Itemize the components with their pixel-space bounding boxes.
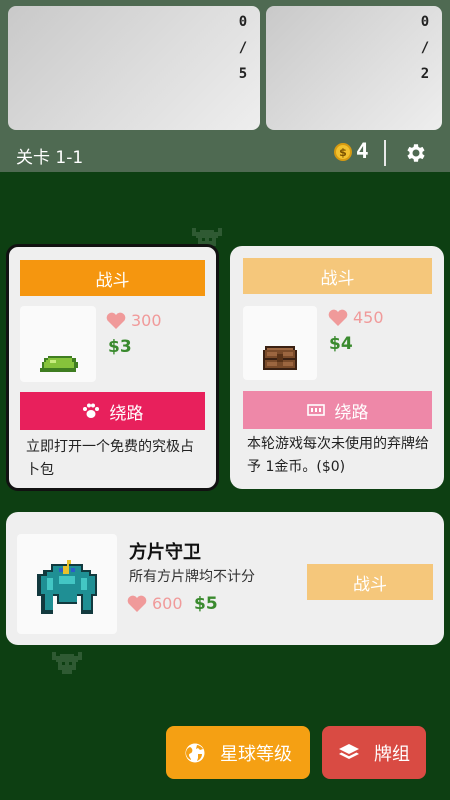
treasure-chest-icon <box>263 346 297 370</box>
globe-icon <box>185 743 205 762</box>
divider <box>384 140 386 166</box>
hp-row: 450 <box>328 308 384 327</box>
ticket-icon <box>306 404 325 416</box>
fight-button[interactable]: 战斗 <box>307 564 433 600</box>
boss-image <box>17 534 117 634</box>
progress-total: 5 <box>238 66 248 82</box>
boss-subtitle: 所有方片牌均不计分 <box>129 569 255 585</box>
hp-value: 450 <box>353 308 384 327</box>
gear-icon[interactable] <box>404 141 428 165</box>
planet-level-button[interactable]: 星球等级 <box>166 726 310 779</box>
blind-card-boss[interactable]: 方片守卫 所有方片牌均不计分 600 $5 战斗 <box>6 512 444 645</box>
progress-separator: / <box>420 40 430 56</box>
hp-value: 600 <box>152 594 183 613</box>
green-slime-icon <box>40 356 78 372</box>
skip-button[interactable]: 绕路 <box>20 392 205 430</box>
skip-label: 绕路 <box>109 403 144 424</box>
progress-total: 2 <box>420 66 430 82</box>
top-bar: 0 / 5 0 / 2 关卡 1-1 $ 4 <box>0 0 450 172</box>
heart-icon <box>106 312 126 329</box>
level-label: 关卡 1-1 <box>16 148 84 168</box>
skip-label: 绕路 <box>334 402 369 423</box>
skip-button[interactable]: 绕路 <box>243 391 432 429</box>
progress-panel-left: 0 / 5 <box>8 6 260 130</box>
hp-value: 300 <box>131 311 162 330</box>
progress-counter: 0 / 2 <box>418 14 432 82</box>
blind-card-small[interactable]: 战斗 300 $3 绕路 立即打开一个免费的究极占卜包 <box>6 244 219 491</box>
deck-label: 牌组 <box>374 743 410 765</box>
blind-card-big[interactable]: 战斗 450 $4 绕路 本轮游戏每次未使用的弃牌给予 1金币。($0) <box>230 246 444 489</box>
progress-current: 0 <box>420 14 430 30</box>
reward-value: $5 <box>194 594 218 614</box>
fight-button[interactable]: 战斗 <box>20 260 205 296</box>
fight-button[interactable]: 战斗 <box>243 258 432 294</box>
teal-golem-icon <box>37 560 97 614</box>
boss-title: 方片守卫 <box>129 542 201 563</box>
paw-icon <box>82 403 99 418</box>
hp-row: 300 <box>106 311 162 330</box>
enemy-image <box>243 306 317 380</box>
card-description: 本轮游戏每次未使用的弃牌给予 1金币。($0) <box>247 436 429 475</box>
deck-button[interactable]: 牌组 <box>322 726 426 779</box>
heart-icon <box>328 309 348 326</box>
coin-icon: $ <box>334 143 352 161</box>
enemy-image <box>20 306 96 382</box>
progress-counter: 0 / 5 <box>236 14 250 82</box>
coin-count: 4 <box>356 139 369 163</box>
card-description: 立即打开一个免费的究极占卜包 <box>26 439 194 478</box>
reward-value: $4 <box>329 334 353 354</box>
progress-panel-right: 0 / 2 <box>266 6 442 130</box>
heart-icon <box>127 595 147 612</box>
planet-level-label: 星球等级 <box>220 743 292 765</box>
progress-separator: / <box>238 40 248 56</box>
hp-row: 600 <box>127 594 183 613</box>
layers-icon <box>339 743 359 759</box>
horned-skull-icon <box>52 652 82 674</box>
progress-current: 0 <box>238 14 248 30</box>
reward-value: $3 <box>108 337 132 357</box>
